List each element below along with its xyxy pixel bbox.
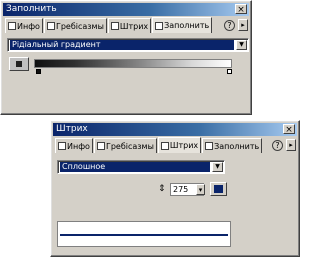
stroke-panel-help-button[interactable]: ? bbox=[272, 140, 283, 151]
tab-info[interactable]: Инфо bbox=[5, 18, 43, 33]
tab-info-label: Инфо bbox=[67, 141, 90, 151]
fill-type-value: Рідіальный градиент bbox=[10, 40, 234, 50]
fill-panel-help-button[interactable]: ? bbox=[224, 20, 235, 31]
tab-info[interactable]: Инфо bbox=[55, 138, 93, 153]
stroke-preview-line bbox=[60, 234, 228, 236]
stroke-panel-title: Штрих bbox=[56, 124, 88, 134]
chevron-down-icon[interactable]: ▼ bbox=[212, 162, 223, 172]
tab-brushes-label: Гребісазмы bbox=[105, 141, 154, 151]
info-icon bbox=[8, 22, 16, 30]
tab-fill[interactable]: Заполнить bbox=[152, 17, 213, 33]
stroke-width-stepper-icon[interactable]: ⇕ bbox=[158, 184, 166, 194]
stroke-color-button[interactable] bbox=[210, 182, 227, 196]
chevron-down-icon[interactable]: ▼ bbox=[236, 40, 247, 50]
tab-brushes[interactable]: Гребісазмы bbox=[43, 18, 107, 33]
stroke-type-dropdown[interactable]: Сплошное ▼ bbox=[57, 160, 225, 174]
info-icon bbox=[58, 142, 66, 150]
gradient-swatch-button[interactable] bbox=[9, 57, 29, 71]
tab-fill[interactable]: Заполнить bbox=[202, 138, 263, 153]
tab-brushes-label: Гребісазмы bbox=[55, 21, 104, 31]
gradient-stop-left-icon[interactable] bbox=[36, 69, 41, 74]
tab-stroke[interactable]: Штрих bbox=[107, 18, 152, 33]
fill-panel-close-button[interactable]: × bbox=[235, 4, 247, 15]
fill-panel: Заполнить × Инфо Гребісазмы Штрих Заполн… bbox=[0, 0, 252, 115]
tab-fill-label: Заполнить bbox=[164, 21, 210, 30]
fill-panel-titlebar[interactable]: Заполнить × bbox=[3, 3, 249, 16]
stroke-preview bbox=[57, 221, 231, 247]
gradient-stop-right-icon[interactable] bbox=[227, 69, 232, 74]
chevron-down-icon[interactable]: ▾ bbox=[196, 184, 205, 195]
fill-panel-tabs: Инфо Гребісазмы Штрих Заполнить bbox=[5, 17, 213, 33]
fill-icon bbox=[155, 21, 164, 30]
fill-icon bbox=[205, 142, 214, 150]
tab-stroke[interactable]: Штрих bbox=[157, 137, 202, 153]
fill-type-dropdown[interactable]: Рідіальный градиент ▼ bbox=[7, 38, 249, 52]
brush-icon bbox=[96, 142, 105, 150]
stroke-icon bbox=[160, 141, 169, 150]
stroke-panel-tabs: Инфо Гребісазмы Штрих Заполнить bbox=[55, 137, 263, 153]
stroke-panel-close-button[interactable]: × bbox=[283, 124, 295, 135]
stroke-icon bbox=[110, 22, 119, 30]
tab-info-label: Инфо bbox=[17, 21, 40, 31]
tab-stroke-label: Штрих bbox=[119, 21, 149, 31]
stroke-type-value: Сплошное bbox=[60, 162, 210, 172]
gradient-preview-bar[interactable] bbox=[34, 59, 232, 68]
stroke-panel-menu-arrow-icon[interactable]: ▸ bbox=[286, 139, 296, 151]
fill-panel-menu-arrow-icon[interactable]: ▸ bbox=[238, 19, 248, 31]
tab-fill-label: Заполнить bbox=[214, 141, 260, 151]
tab-brushes[interactable]: Гребісазмы bbox=[93, 138, 157, 153]
fill-panel-title: Заполнить bbox=[6, 4, 57, 14]
stroke-panel-titlebar[interactable]: Штрих × bbox=[53, 123, 297, 136]
brush-icon bbox=[46, 22, 55, 30]
tab-stroke-label: Штрих bbox=[169, 141, 199, 150]
